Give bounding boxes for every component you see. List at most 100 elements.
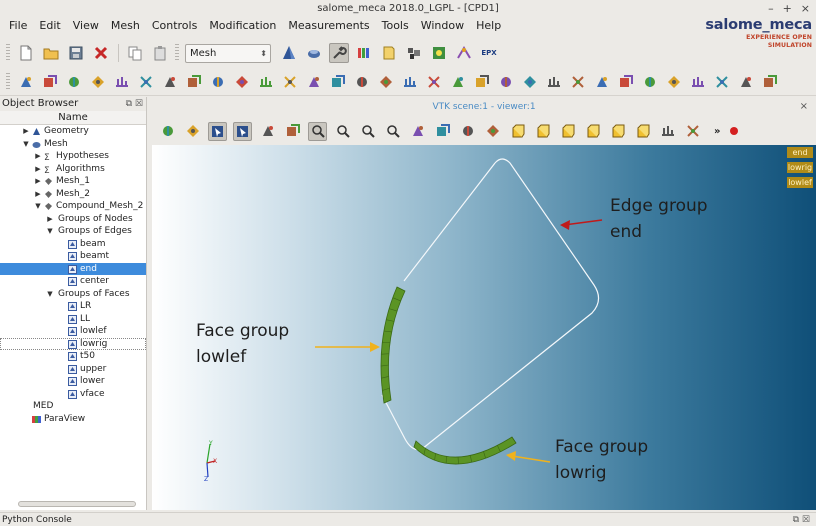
dock-buttons[interactable]: ⧉ ☒ — [793, 513, 810, 526]
expand-right-icon[interactable]: ▶ — [34, 175, 42, 188]
yacs-module-icon[interactable] — [379, 43, 399, 63]
tree-item[interactable]: ▼ Groups of Edges — [0, 225, 146, 238]
tree-item[interactable]: ▼ Compound_Mesh_2 — [0, 200, 146, 213]
expand-right-icon[interactable]: ▶ — [34, 163, 42, 176]
tree-item[interactable]: ▶ Groups of Nodes — [0, 213, 146, 226]
import-icon[interactable] — [160, 72, 180, 92]
toolbar-grip[interactable] — [175, 44, 179, 62]
close-viewer-icon[interactable]: × — [800, 99, 808, 115]
tree-item[interactable]: ▶ Σ Hypotheses — [0, 150, 146, 163]
fit-all-icon[interactable] — [358, 122, 377, 141]
tree-item[interactable]: ▶ Mesh_2 — [0, 188, 146, 201]
minimize-button[interactable]: – — [768, 0, 774, 17]
module-select[interactable]: Mesh ⬍ — [185, 43, 271, 63]
menu-tools[interactable]: Tools — [376, 17, 415, 35]
menu-edit[interactable]: Edit — [33, 17, 66, 35]
group-icon[interactable] — [208, 72, 228, 92]
diagonal-icon[interactable] — [664, 72, 684, 92]
geometry-module-icon[interactable] — [279, 43, 299, 63]
jobmanager-icon[interactable] — [404, 43, 424, 63]
smoothing-icon[interactable] — [616, 72, 636, 92]
tree-item[interactable]: upper — [0, 363, 146, 376]
new-document-icon[interactable] — [16, 43, 36, 63]
expand-right-icon[interactable]: ▶ — [22, 125, 30, 138]
intersect-icon[interactable] — [760, 72, 780, 92]
node-icon[interactable] — [232, 72, 252, 92]
view-back-icon[interactable] — [533, 122, 552, 141]
save-icon[interactable] — [66, 43, 86, 63]
union-icon[interactable] — [712, 72, 732, 92]
expand-down-icon[interactable]: ▼ — [46, 288, 54, 301]
revolution-icon[interactable] — [568, 72, 588, 92]
translation-icon[interactable] — [400, 72, 420, 92]
show-trihedron-icon[interactable] — [258, 122, 277, 141]
menu-mesh[interactable]: Mesh — [105, 17, 146, 35]
selection-icon[interactable] — [233, 121, 252, 141]
volume-icon[interactable] — [304, 72, 324, 92]
tree-item[interactable]: lower — [0, 375, 146, 388]
horizontal-scrollbar[interactable] — [18, 501, 136, 507]
tree-item[interactable]: ▼ Groups of Faces — [0, 288, 146, 301]
expand-right-icon[interactable]: ▶ — [34, 150, 42, 163]
scale-icon[interactable] — [472, 72, 492, 92]
orient-icon[interactable] — [640, 72, 660, 92]
menu-window[interactable]: Window — [415, 17, 470, 35]
cut-icon[interactable] — [736, 72, 756, 92]
record-icon[interactable] — [730, 127, 739, 135]
tree-item[interactable]: ▶ Geometry — [0, 125, 146, 138]
toolbar-grip[interactable] — [6, 72, 10, 91]
tree-item[interactable]: ParaView — [0, 413, 146, 426]
sew-icon[interactable] — [520, 72, 540, 92]
pan-icon[interactable] — [408, 122, 427, 141]
create-submesh-icon[interactable] — [40, 72, 60, 92]
reset-view-icon[interactable] — [683, 122, 702, 141]
rectangle-selection-icon[interactable] — [308, 121, 327, 141]
menu-file[interactable]: File — [3, 17, 33, 35]
tree-item[interactable]: LL — [0, 313, 146, 326]
extrusion-icon[interactable] — [544, 72, 564, 92]
expand-right-icon[interactable]: ▶ — [34, 188, 42, 201]
view-front-icon[interactable] — [508, 122, 527, 141]
rotate-icon[interactable] — [458, 122, 477, 141]
tree-item[interactable]: lowrig — [0, 337, 146, 350]
view-left-icon[interactable] — [608, 122, 627, 141]
compute-icon[interactable] — [88, 72, 108, 92]
menu-modification[interactable]: Modification — [203, 17, 282, 35]
close-window-button[interactable]: × — [801, 0, 810, 17]
quadratic-icon[interactable] — [328, 72, 348, 92]
reorient-icon[interactable] — [688, 72, 708, 92]
view-top-icon[interactable] — [558, 122, 577, 141]
merge-nodes-icon[interactable] — [496, 72, 516, 92]
epx-button[interactable]: EPX — [479, 43, 499, 63]
transform-icon[interactable] — [376, 72, 396, 92]
tree-item[interactable]: ▼ Mesh — [0, 138, 146, 151]
view-right-icon[interactable] — [633, 122, 652, 141]
fit-selection-icon[interactable] — [283, 122, 302, 141]
zoom-icon[interactable] — [383, 122, 402, 141]
face-icon[interactable] — [280, 72, 300, 92]
edit-mesh-icon[interactable] — [64, 72, 84, 92]
eficas-icon[interactable] — [454, 43, 474, 63]
expand-down-icon[interactable]: ▼ — [22, 138, 30, 151]
paste-icon[interactable] — [150, 43, 170, 63]
more-tools-chevron-icon[interactable]: » — [714, 126, 720, 137]
fit-area-icon[interactable] — [333, 122, 352, 141]
edge-icon[interactable] — [256, 72, 276, 92]
open-folder-icon[interactable] — [41, 43, 61, 63]
rotate-clockwise-icon[interactable] — [658, 122, 677, 141]
tree-item[interactable]: ▶ Σ Algorithms — [0, 163, 146, 176]
close-document-icon[interactable] — [91, 43, 111, 63]
maximize-button[interactable]: + — [783, 0, 792, 17]
wrench-icon[interactable] — [329, 43, 349, 63]
global-pan-icon[interactable] — [433, 122, 452, 141]
tree-item[interactable]: ▶ Mesh_1 — [0, 175, 146, 188]
expand-down-icon[interactable]: ▼ — [34, 200, 42, 213]
split-icon[interactable] — [592, 72, 612, 92]
tree-item[interactable]: beamt — [0, 250, 146, 263]
name-column-header[interactable]: Name — [0, 111, 146, 125]
copy-icon[interactable] — [125, 43, 145, 63]
zooming-style-icon[interactable] — [208, 121, 227, 141]
rotation-point-icon[interactable] — [483, 122, 502, 141]
create-mesh-icon[interactable] — [16, 72, 36, 92]
tree-item[interactable]: beam — [0, 238, 146, 251]
